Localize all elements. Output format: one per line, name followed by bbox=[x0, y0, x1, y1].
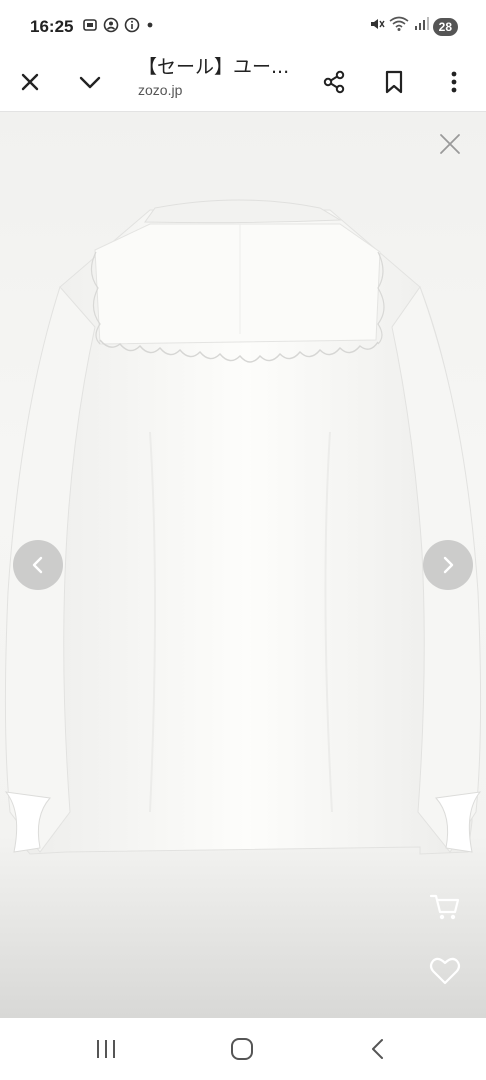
title-block[interactable]: 【セール】ユー... zozo.jp bbox=[138, 54, 308, 98]
close-icon bbox=[21, 73, 39, 91]
chevron-down-icon bbox=[79, 76, 101, 89]
dot-icon bbox=[145, 17, 155, 38]
status-time: 16:25 bbox=[30, 17, 74, 36]
more-vert-icon bbox=[451, 71, 457, 93]
signal-icon bbox=[413, 16, 429, 37]
browser-toolbar: 【セール】ユー... zozo.jp bbox=[0, 52, 486, 112]
status-left-icons bbox=[82, 17, 155, 38]
recents-button[interactable] bbox=[84, 1032, 128, 1066]
next-arrow-icon bbox=[443, 556, 454, 574]
wifi-icon bbox=[389, 16, 409, 37]
close-tab-button[interactable] bbox=[10, 62, 50, 102]
home-button[interactable] bbox=[220, 1032, 264, 1066]
back-icon bbox=[372, 1039, 383, 1059]
next-image-button[interactable] bbox=[423, 540, 473, 590]
info-icon bbox=[124, 17, 140, 38]
battery-badge: 28 bbox=[432, 17, 458, 36]
system-nav-bar bbox=[0, 1018, 486, 1080]
back-button[interactable] bbox=[356, 1032, 400, 1066]
mute-icon bbox=[369, 16, 385, 37]
heart-icon bbox=[429, 957, 461, 985]
viewer-close-button[interactable] bbox=[436, 130, 464, 158]
page-url: zozo.jp bbox=[138, 82, 183, 98]
bookmark-button[interactable] bbox=[374, 62, 414, 102]
page-title: 【セール】ユー... bbox=[138, 56, 290, 78]
screenshot-icon bbox=[82, 17, 98, 38]
recents-icon bbox=[97, 1040, 115, 1058]
prev-image-button[interactable] bbox=[13, 540, 63, 590]
share-button[interactable] bbox=[314, 62, 354, 102]
viewer-close-icon bbox=[440, 134, 460, 154]
add-to-cart-button[interactable] bbox=[428, 890, 462, 924]
status-bar: 16:25 28 bbox=[0, 0, 486, 52]
image-viewer[interactable] bbox=[0, 112, 486, 1018]
home-icon bbox=[231, 1038, 253, 1060]
assistant-icon bbox=[103, 17, 119, 38]
cart-icon bbox=[429, 894, 460, 920]
favorite-button[interactable] bbox=[428, 954, 462, 988]
minimize-button[interactable] bbox=[70, 62, 110, 102]
share-icon bbox=[323, 70, 345, 94]
bookmark-icon bbox=[385, 70, 403, 94]
product-image bbox=[4, 199, 482, 855]
prev-arrow-icon bbox=[32, 556, 43, 574]
status-right-icons: 28 bbox=[369, 16, 458, 37]
more-options-button[interactable] bbox=[434, 62, 474, 102]
